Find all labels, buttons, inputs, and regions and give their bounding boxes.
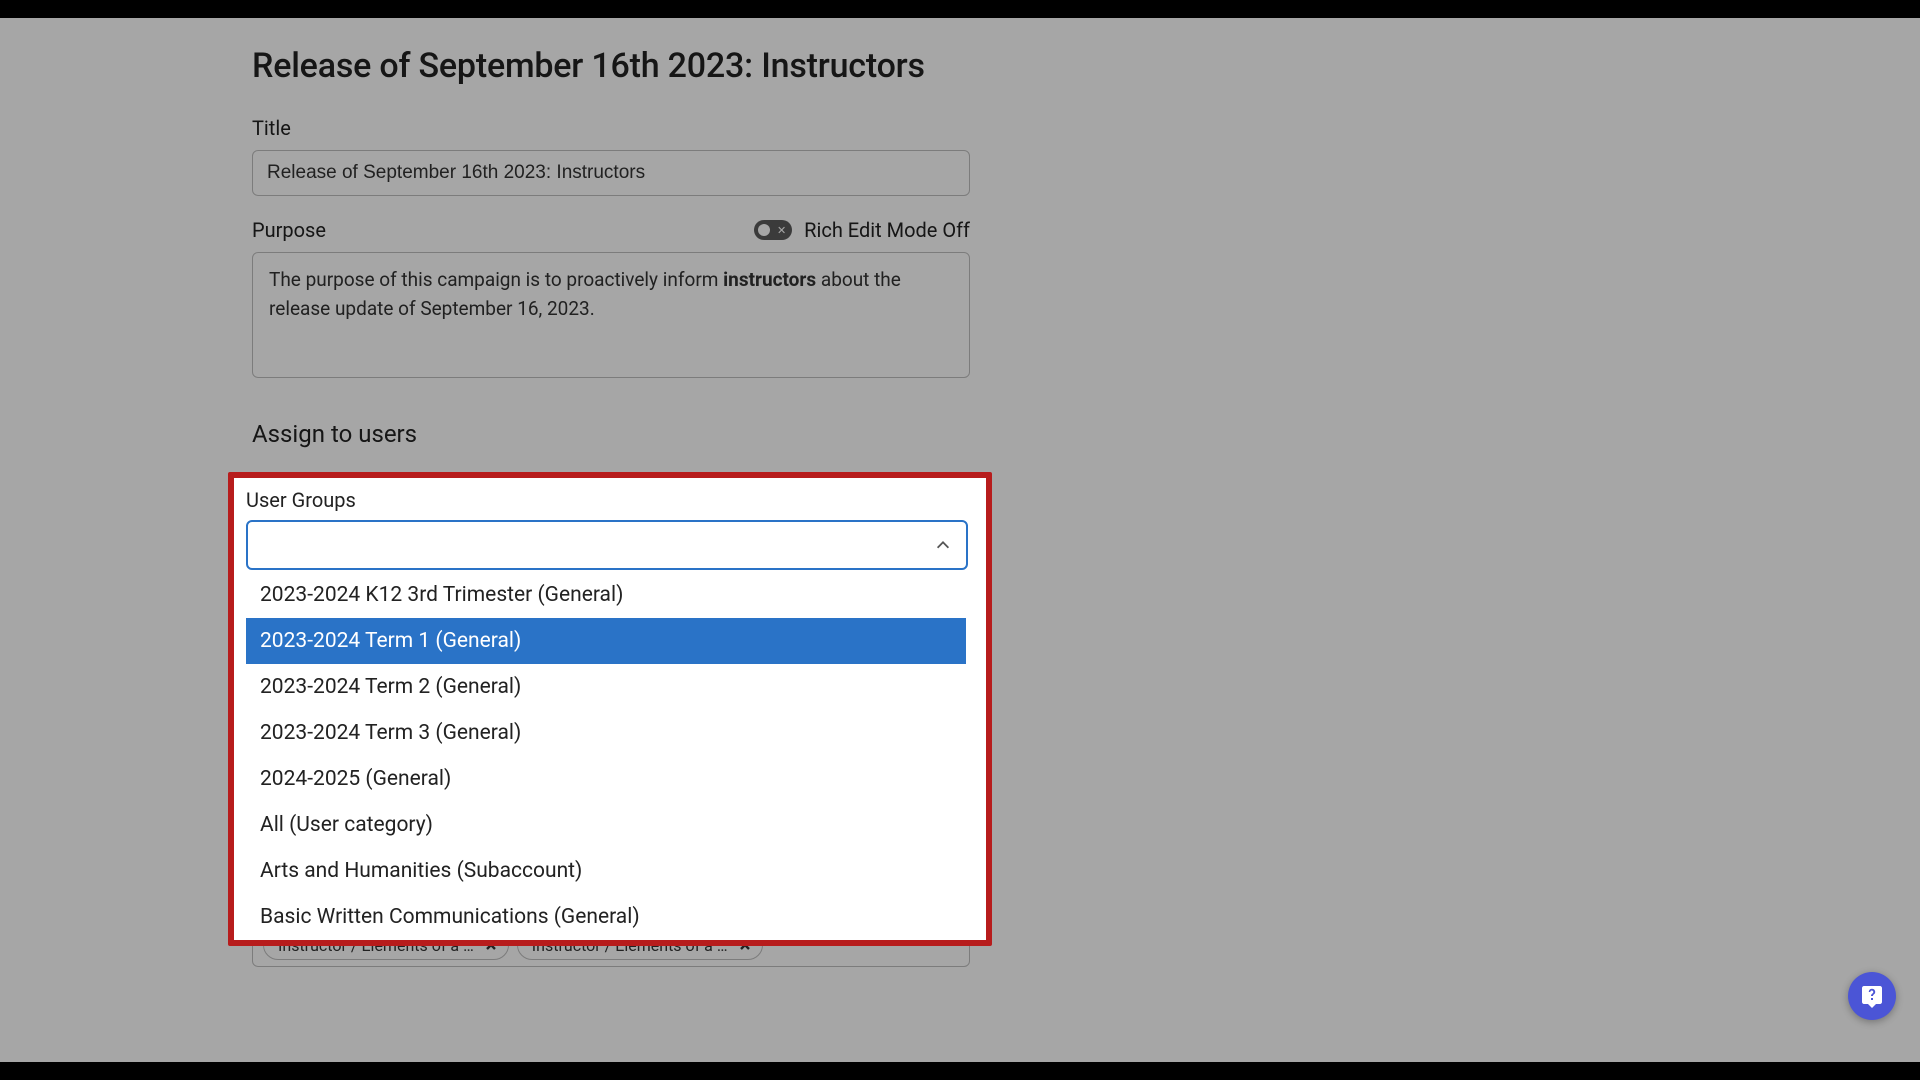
- page-title: Release of September 16th 2023: Instruct…: [252, 46, 970, 86]
- purpose-label: Purpose: [252, 218, 326, 242]
- user-group-option[interactable]: 2023-2024 Term 1 (General): [246, 618, 966, 664]
- rich-edit-toggle[interactable]: ✕: [754, 220, 792, 240]
- user-group-option[interactable]: 2024-2025 (General): [246, 756, 966, 802]
- user-group-option[interactable]: Arts and Humanities (Subaccount): [246, 848, 966, 894]
- purpose-text-prefix: The purpose of this campaign is to proac…: [269, 268, 723, 291]
- purpose-text-bold: instructors: [723, 268, 816, 291]
- user-group-option[interactable]: 2023-2024 Term 2 (General): [246, 664, 966, 710]
- user-groups-input[interactable]: [246, 520, 968, 570]
- help-fab-button[interactable]: [1848, 972, 1896, 1020]
- title-label: Title: [252, 116, 970, 140]
- rich-edit-label: Rich Edit Mode Off: [804, 218, 970, 242]
- user-group-option[interactable]: 2023-2024 Term 3 (General): [246, 710, 966, 756]
- assign-heading: Assign to users: [252, 420, 970, 448]
- user-group-option[interactable]: All (User category): [246, 802, 966, 848]
- user-groups-options: 2023-2024 K12 3rd Trimester (General) 20…: [246, 572, 966, 940]
- purpose-textarea[interactable]: The purpose of this campaign is to proac…: [252, 252, 970, 378]
- user-groups-panel: User Groups 2023-2024 K12 3rd Trimester …: [228, 472, 992, 946]
- user-group-option[interactable]: Basic Written Communications (General): [246, 894, 966, 940]
- chevron-up-icon[interactable]: [934, 536, 952, 554]
- user-group-option[interactable]: 2023-2024 K12 3rd Trimester (General): [246, 572, 966, 618]
- title-input[interactable]: [252, 150, 970, 196]
- user-groups-label: User Groups: [246, 488, 974, 512]
